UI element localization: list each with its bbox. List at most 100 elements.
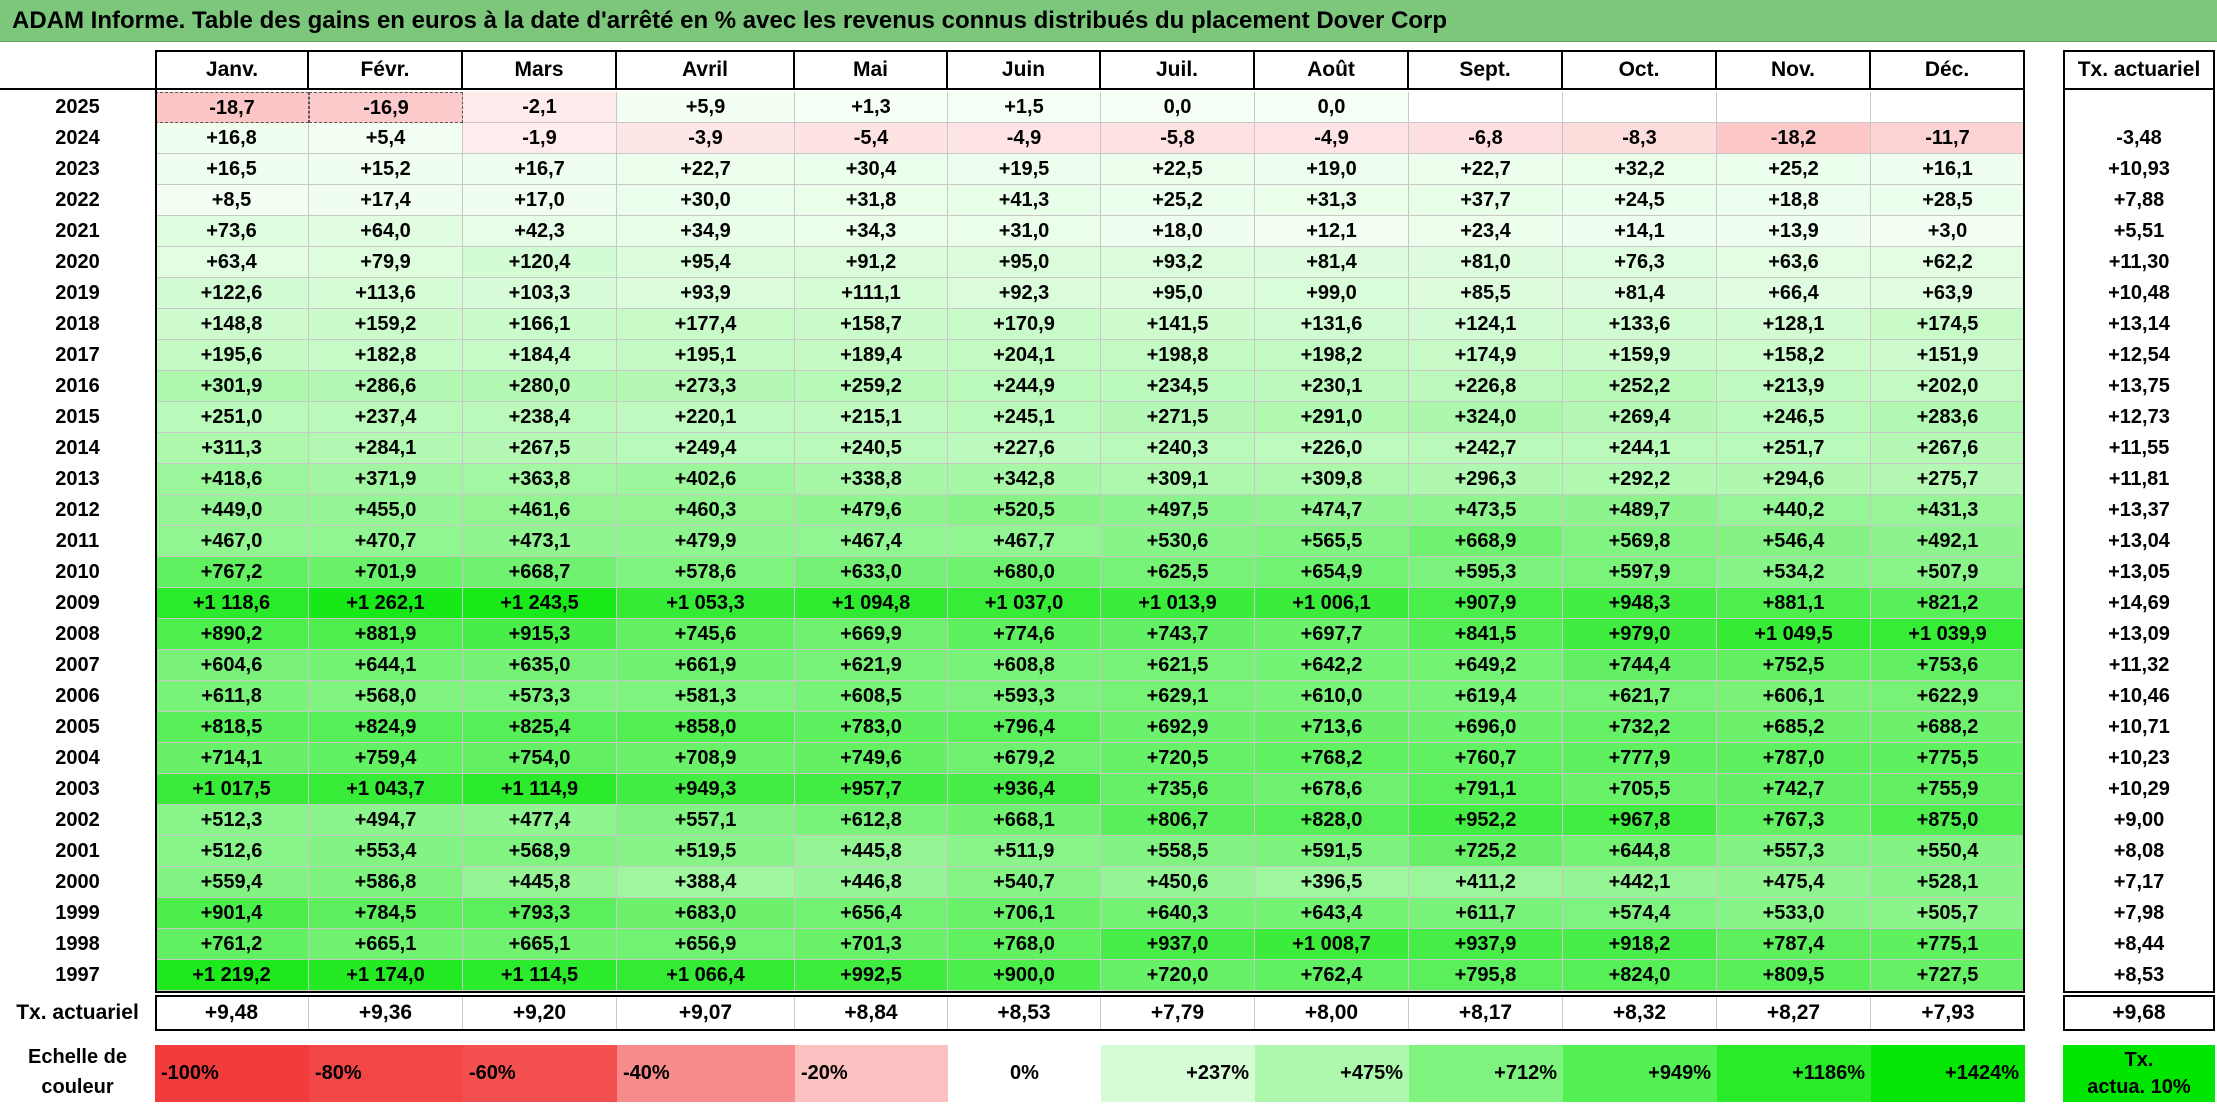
table-cell: +213,9: [1717, 371, 1871, 402]
table-cell: +131,6: [1255, 309, 1409, 340]
table-cell: +280,0: [463, 371, 617, 402]
color-scale-label-line: couleur: [41, 1076, 114, 1098]
table-cell: +8,5: [155, 185, 309, 216]
table-cell: +714,1: [155, 743, 309, 774]
table-cell: +240,5: [795, 433, 948, 464]
table-cell: +34,9: [617, 216, 795, 247]
table-cell: +467,4: [795, 526, 948, 557]
table-cell: +761,2: [155, 929, 309, 960]
table-cell: +12,1: [1255, 216, 1409, 247]
table-cell: +825,4: [463, 712, 617, 743]
table-cell: +81,0: [1409, 247, 1563, 278]
table-cell: +251,0: [155, 402, 309, 433]
table-cell: +79,9: [309, 247, 463, 278]
table-cell: +16,8: [155, 123, 309, 154]
rate-cell: +12,54: [2108, 344, 2170, 366]
rate-cell: +9,00: [2113, 809, 2165, 831]
year-label: 2004: [55, 747, 100, 769]
month-header: Juin: [948, 50, 1101, 90]
rate-cell: +10,29: [2108, 778, 2170, 800]
month-header: Févr.: [309, 50, 463, 90]
table-cell: +755,9: [1871, 774, 2025, 805]
table-cell: [1409, 92, 1563, 123]
month-header: Déc.: [1871, 50, 2025, 90]
year-label: 2013: [55, 468, 100, 490]
table-cell: +949,3: [617, 774, 795, 805]
table-cell: +668,1: [948, 805, 1101, 836]
table-cell: +93,9: [617, 278, 795, 309]
table-cell: +1,5: [948, 92, 1101, 123]
table-cell: +656,9: [617, 929, 795, 960]
table-cell: +215,1: [795, 402, 948, 433]
table-cell: +473,1: [463, 526, 617, 557]
rate-cell: +11,55: [2108, 437, 2170, 459]
table-cell: +777,9: [1563, 743, 1717, 774]
table-cell: +586,8: [309, 867, 463, 898]
table-cell: -11,7: [1871, 123, 2025, 154]
rate-cell: +8,53: [2113, 964, 2165, 986]
table-cell: +937,9: [1409, 929, 1563, 960]
table-cell: +796,4: [948, 712, 1101, 743]
table-cell: +720,0: [1101, 960, 1255, 991]
table-cell: +177,4: [617, 309, 795, 340]
table-cell: +22,5: [1101, 154, 1255, 185]
table-cell: +159,9: [1563, 340, 1717, 371]
rate-cell: +7,88: [2113, 189, 2165, 211]
table-cell: -16,9: [309, 92, 463, 123]
table-cell: +752,5: [1717, 650, 1871, 681]
table-cell: +204,1: [948, 340, 1101, 371]
table-cell: +63,6: [1717, 247, 1871, 278]
table-cell: +881,1: [1717, 588, 1871, 619]
table-cell: +467,7: [948, 526, 1101, 557]
table-cell: +644,1: [309, 650, 463, 681]
table-cell: +744,4: [1563, 650, 1717, 681]
table-cell: +1 037,0: [948, 588, 1101, 619]
color-scale-swatch: 0%: [948, 1045, 1101, 1102]
table-cell: +668,7: [463, 557, 617, 588]
table-cell: +806,7: [1101, 805, 1255, 836]
table-cell: +992,5: [795, 960, 948, 991]
table-cell: +979,0: [1563, 619, 1717, 650]
table-cell: +669,9: [795, 619, 948, 650]
table-cell: +294,6: [1717, 464, 1871, 495]
table-cell: [1717, 92, 1871, 123]
table-cell: +957,7: [795, 774, 948, 805]
table-cell: +25,2: [1717, 154, 1871, 185]
actuarial-scale-swatch: Tx. actua. 10%: [2063, 1045, 2215, 1102]
table-cell: +31,8: [795, 185, 948, 216]
table-cell: +565,5: [1255, 526, 1409, 557]
color-scale-swatch: -100%: [155, 1045, 309, 1102]
table-cell: +1 262,1: [309, 588, 463, 619]
table-cell: +568,9: [463, 836, 617, 867]
table-cell: -4,9: [948, 123, 1101, 154]
rate-cell: +13,04: [2108, 530, 2170, 552]
table-cell: +28,5: [1871, 185, 2025, 216]
table-cell: +642,2: [1255, 650, 1409, 681]
month-header: Avril: [617, 50, 795, 90]
rate-header: Tx. actuariel: [2063, 50, 2215, 90]
table-cell: +284,1: [309, 433, 463, 464]
table-cell: +449,0: [155, 495, 309, 526]
table-cell: +936,4: [948, 774, 1101, 805]
rate-cell: +11,81: [2108, 468, 2170, 490]
table-cell: +31,3: [1255, 185, 1409, 216]
table-cell: +568,0: [309, 681, 463, 712]
table-cell: +688,2: [1871, 712, 2025, 743]
table-cell: +148,8: [155, 309, 309, 340]
table-cell: +597,9: [1563, 557, 1717, 588]
year-label: 2015: [55, 406, 100, 428]
table-cell: +64,0: [309, 216, 463, 247]
table-cell: +665,1: [463, 929, 617, 960]
table-cell: +610,0: [1255, 681, 1409, 712]
table-cell: +479,6: [795, 495, 948, 526]
table-cell: +492,1: [1871, 526, 2025, 557]
table-cell: +821,2: [1871, 588, 2025, 619]
table-cell: +3,0: [1871, 216, 2025, 247]
footer-cell: +8,84: [795, 995, 948, 1031]
rate-cell: +11,30: [2108, 251, 2170, 273]
table-cell: +640,3: [1101, 898, 1255, 929]
table-cell: +113,6: [309, 278, 463, 309]
year-label: 2007: [55, 654, 100, 676]
year-label: 2025: [55, 96, 100, 118]
month-header: Janv.: [155, 50, 309, 90]
